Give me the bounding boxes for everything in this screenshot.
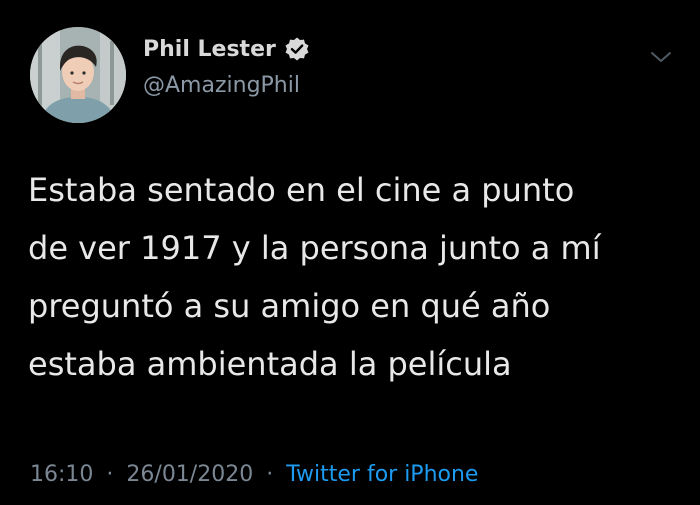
- tweet-source-link[interactable]: Twitter for iPhone: [286, 462, 478, 487]
- tweet-card: Phil Lester @AmazingPhil Estaba sentado …: [0, 0, 700, 505]
- display-name[interactable]: Phil Lester: [143, 37, 276, 62]
- avatar[interactable]: [30, 27, 126, 123]
- meta-separator: ·: [266, 462, 274, 487]
- tweet-text-line: preguntó a su amigo en qué año: [28, 287, 551, 325]
- tweet-date[interactable]: 26/01/2020: [126, 462, 253, 487]
- tweet-text-line: Estaba sentado en el cine a punto: [28, 171, 575, 209]
- user-handle[interactable]: @AmazingPhil: [143, 73, 300, 98]
- tweet-meta: 16:10 · 26/01/2020 · Twitter for iPhone: [30, 462, 478, 487]
- author-row: Phil Lester: [143, 36, 310, 62]
- tweet-text-line: estaba ambientada la película: [28, 345, 512, 383]
- avatar-image: [30, 27, 126, 123]
- verified-badge-icon: [284, 36, 310, 62]
- chevron-down-icon[interactable]: [648, 47, 674, 67]
- tweet-text-line: de ver 1917 y la persona junto a mí: [28, 229, 601, 267]
- tweet-time[interactable]: 16:10: [30, 462, 93, 487]
- meta-separator: ·: [106, 462, 114, 487]
- tweet-text: Estaba sentado en el cine a punto de ver…: [28, 161, 688, 393]
